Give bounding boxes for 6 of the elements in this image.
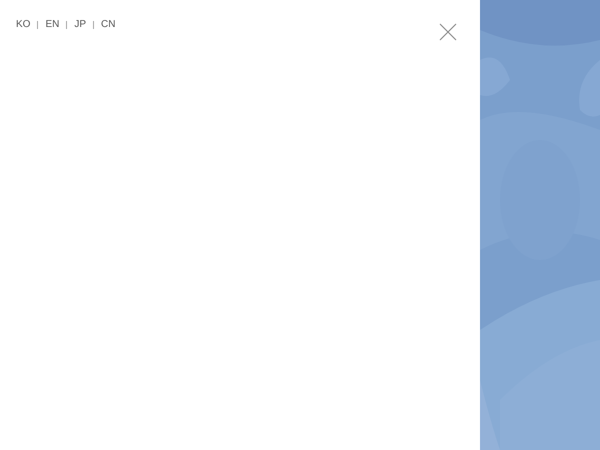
close-icon (438, 22, 458, 42)
language-link[interactable]: EN (45, 17, 60, 32)
language-link[interactable]: CN (101, 17, 116, 32)
close-button[interactable] (438, 22, 458, 42)
language-link[interactable]: JP (74, 17, 86, 32)
language-link[interactable]: KO (16, 17, 30, 32)
